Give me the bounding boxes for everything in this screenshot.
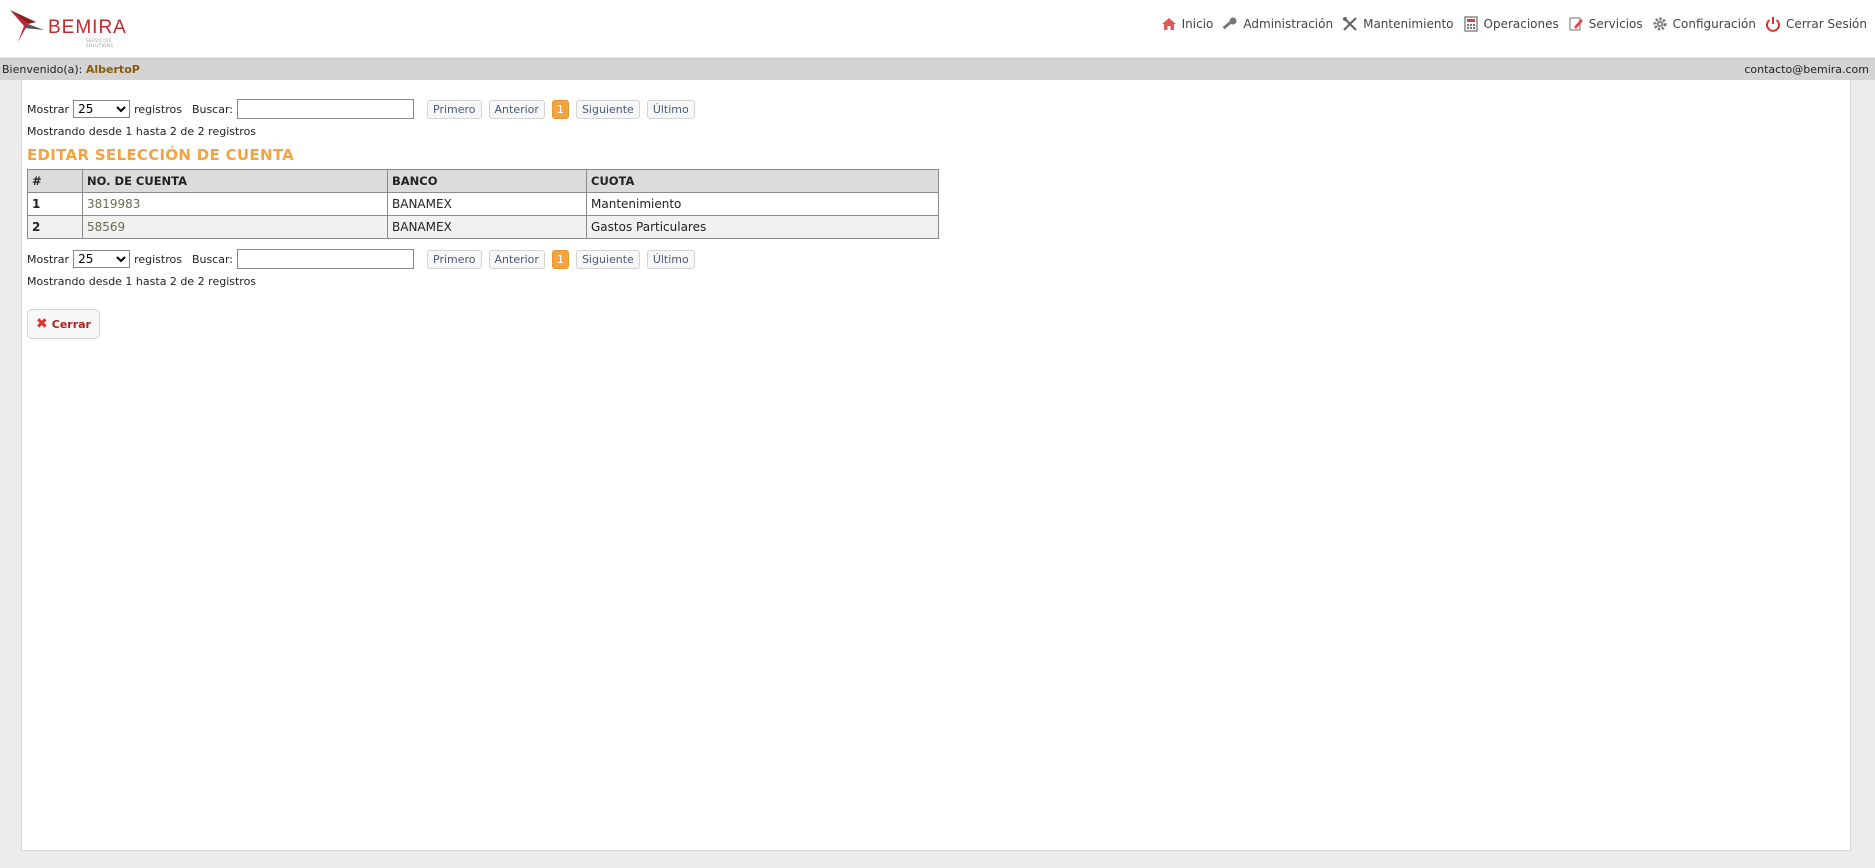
welcome-bar: Bienvenido(a): AlbertoP contacto@bemira.… [0,58,1875,80]
header-fee[interactable]: CUOTA [586,169,939,193]
user-name: AlbertoP [85,63,140,76]
records-info: Mostrando desde 1 hasta 2 de 2 registros [27,275,257,288]
nav-configuracion[interactable]: Configuración [1652,16,1756,32]
logo-mark-icon [10,10,44,42]
cell-bank: BANAMEX [387,215,587,239]
records-label: registros [134,252,182,266]
next-page-button[interactable]: Siguiente [575,249,640,269]
table-row[interactable]: 2 58569 BANAMEX Gastos Particulares [27,215,939,239]
main-content: Mostrar 25 registros Buscar: Primero Ant… [21,80,1851,851]
main-nav: Inicio Administración Mantenimiento Oper… [1152,16,1867,32]
nav-mantenimiento[interactable]: Mantenimiento [1342,16,1454,32]
cell-index: 1 [27,192,83,216]
nav-label: Servicios [1588,17,1643,31]
current-page-button[interactable]: 1 [551,249,569,269]
last-page-button[interactable]: Último [646,249,695,269]
nav-servicios[interactable]: Servicios [1568,16,1643,32]
logo-tagline: SERVICIOS SOLUTIONS [86,38,114,48]
show-label: Mostrar [27,102,70,116]
key-icon [1223,17,1237,30]
nav-operaciones[interactable]: Operaciones [1463,16,1559,32]
welcome-prefix: Bienvenido(a): [2,63,83,76]
calculator-icon [1463,16,1478,32]
accounts-table: # NO. DE CUENTA BANCO CUOTA 1 3819983 BA… [27,169,939,239]
table-header-row: # NO. DE CUENTA BANCO CUOTA [27,169,939,193]
nav-cerrar-sesion[interactable]: Cerrar Sesión [1765,16,1867,32]
header-index[interactable]: # [27,169,83,193]
edit-icon [1569,17,1583,31]
prev-page-button[interactable]: Anterior [488,249,545,269]
page-size-select[interactable]: 25 [73,100,131,118]
search-label: Buscar: [191,252,234,266]
cell-fee: Mantenimiento [586,192,939,216]
cell-fee: Gastos Particulares [586,215,939,239]
close-icon: ✖ [36,316,48,332]
nav-label: Mantenimiento [1363,17,1454,31]
last-page-button[interactable]: Último [646,99,695,119]
cell-index: 2 [27,215,83,239]
nav-label: Operaciones [1483,17,1559,31]
bemira-logo[interactable]: BEMIRA SERVICIOS SOLUTIONS [8,6,138,48]
close-button[interactable]: ✖ Cerrar [27,309,100,339]
header-account-number[interactable]: NO. DE CUENTA [82,169,388,193]
cell-bank: BANAMEX [387,192,587,216]
nav-label: Configuración [1672,17,1756,31]
power-icon [1765,17,1780,32]
records-info: Mostrando desde 1 hasta 2 de 2 registros [27,125,257,138]
next-page-button[interactable]: Siguiente [575,99,640,119]
first-page-button[interactable]: Primero [427,99,482,119]
search-label: Buscar: [191,102,234,116]
nav-administracion[interactable]: Administración [1222,16,1333,32]
close-button-label: Cerrar [51,317,91,331]
search-input[interactable] [237,249,415,269]
table-row[interactable]: 1 3819983 BANAMEX Mantenimiento [27,192,939,216]
search-input[interactable] [237,99,415,119]
records-label: registros [134,102,182,116]
page-size-select[interactable]: 25 [73,250,131,268]
nav-label: Cerrar Sesión [1785,17,1867,31]
tools-icon [1343,17,1357,31]
show-label: Mostrar [27,252,70,266]
first-page-button[interactable]: Primero [427,249,482,269]
cell-account-number[interactable]: 58569 [82,215,388,239]
nav-label: Inicio [1181,17,1214,31]
pagination: Primero Anterior 1 Siguiente Último [427,99,702,119]
home-icon [1161,18,1176,30]
current-page-button[interactable]: 1 [551,99,569,119]
nav-inicio[interactable]: Inicio [1161,16,1214,32]
prev-page-button[interactable]: Anterior [488,99,545,119]
pagination: Primero Anterior 1 Siguiente Último [427,249,702,269]
top-bar: BEMIRA SERVICIOS SOLUTIONS Inicio Admini… [0,0,1875,57]
top-controls: Mostrar 25 registros Buscar: Primero Ant… [27,99,702,119]
gear-icon [1653,17,1667,31]
nav-label: Administración [1243,17,1334,31]
cell-account-number[interactable]: 3819983 [82,192,388,216]
contact-email: contacto@bemira.com [1744,63,1869,76]
bottom-controls: Mostrar 25 registros Buscar: Primero Ant… [27,249,702,269]
page-title: EDITAR SELECCIÓN DE CUENTA [27,146,295,164]
logo-text: BEMIRA [48,17,127,38]
welcome-text: Bienvenido(a): AlbertoP [2,63,140,76]
header-bank[interactable]: BANCO [387,169,587,193]
